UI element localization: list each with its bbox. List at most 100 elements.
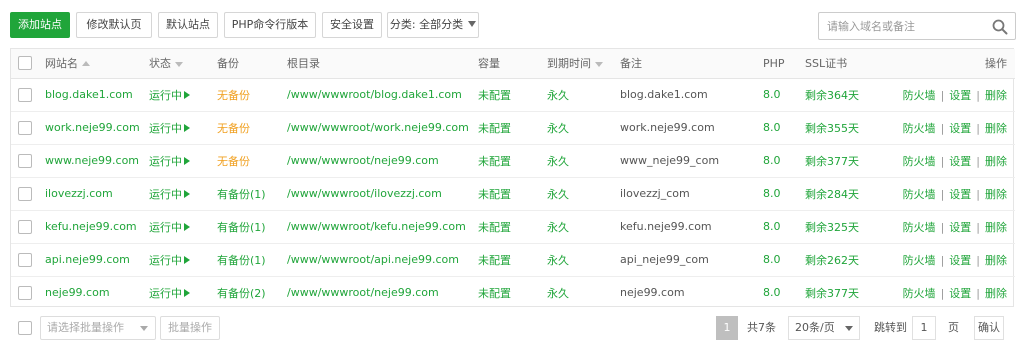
jump-page-input[interactable]: 1 (912, 316, 936, 340)
status-cell[interactable]: 运行中 (149, 243, 217, 277)
delete-link[interactable]: 删除 (985, 89, 1007, 102)
delete-link[interactable]: 删除 (985, 287, 1007, 300)
capacity-link[interactable]: 未配置 (478, 144, 547, 178)
delete-link[interactable]: 删除 (985, 122, 1007, 135)
capacity-link[interactable]: 未配置 (478, 243, 547, 277)
site-name-link[interactable]: kefu.neje99.com (45, 210, 149, 244)
capacity-link[interactable]: 未配置 (478, 210, 547, 244)
settings-link[interactable]: 设置 (949, 122, 971, 135)
ssl-status-link[interactable]: 剩余325天 (805, 210, 895, 244)
expiry-link[interactable]: 永久 (547, 177, 620, 211)
firewall-link[interactable]: 防火墙 (903, 221, 936, 234)
php-version-link[interactable]: 8.0 (763, 276, 805, 309)
status-cell[interactable]: 运行中 (149, 144, 217, 178)
expiry-link[interactable]: 永久 (547, 243, 620, 277)
backup-link[interactable]: 有备份(1) (217, 243, 287, 277)
site-name-link[interactable]: work.neje99.com (45, 111, 149, 145)
row-checkbox[interactable] (18, 219, 32, 234)
per-page-select[interactable]: 20条/页 (788, 316, 860, 340)
ssl-status-link[interactable]: 剩余377天 (805, 144, 895, 178)
remark-text[interactable]: work.neje99.com (620, 111, 763, 145)
jump-confirm-button[interactable]: 确认 (974, 316, 1004, 340)
settings-link[interactable]: 设置 (949, 89, 971, 102)
php-version-link[interactable]: 8.0 (763, 78, 805, 112)
delete-link[interactable]: 删除 (985, 188, 1007, 201)
batch-operation-button[interactable]: 批量操作 (160, 316, 220, 340)
backup-link[interactable]: 有备份(1) (217, 210, 287, 244)
php-version-link[interactable]: 8.0 (763, 177, 805, 211)
status-cell[interactable]: 运行中 (149, 210, 217, 244)
settings-link[interactable]: 设置 (949, 188, 971, 201)
expiry-link[interactable]: 永久 (547, 210, 620, 244)
php-version-link[interactable]: 8.0 (763, 210, 805, 244)
firewall-link[interactable]: 防火墙 (903, 155, 936, 168)
settings-link[interactable]: 设置 (949, 254, 971, 267)
remark-text[interactable]: ilovezzj_com (620, 177, 763, 211)
select-all-checkbox[interactable] (18, 56, 32, 71)
row-checkbox[interactable] (18, 87, 32, 102)
search-icon[interactable] (991, 18, 1009, 36)
site-name-link[interactable]: www.neje99.com (45, 144, 149, 178)
page-number-current[interactable]: 1 (716, 316, 738, 340)
ssl-status-link[interactable]: 剩余377天 (805, 276, 895, 309)
capacity-link[interactable]: 未配置 (478, 177, 547, 211)
php-version-link[interactable]: 8.0 (763, 243, 805, 277)
root-dir-link[interactable]: /www/wwwroot/work.neje99.com (287, 111, 478, 145)
php-cli-version-button[interactable]: PHP命令行版本 (224, 12, 316, 38)
delete-link[interactable]: 删除 (985, 155, 1007, 168)
ssl-status-link[interactable]: 剩余284天 (805, 177, 895, 211)
edit-default-page-button[interactable]: 修改默认页 (76, 12, 152, 38)
search-input[interactable] (827, 17, 987, 35)
settings-link[interactable]: 设置 (949, 221, 971, 234)
firewall-link[interactable]: 防火墙 (903, 122, 936, 135)
remark-text[interactable]: api_neje99_com (620, 243, 763, 277)
remark-text[interactable]: kefu.neje99.com (620, 210, 763, 244)
backup-link[interactable]: 有备份(1) (217, 177, 287, 211)
row-checkbox[interactable] (18, 153, 32, 168)
php-version-link[interactable]: 8.0 (763, 144, 805, 178)
status-cell[interactable]: 运行中 (149, 78, 217, 112)
add-site-button[interactable]: 添加站点 (10, 12, 70, 38)
category-dropdown[interactable]: 分类: 全部分类 (387, 12, 479, 38)
header-select-all[interactable] (11, 49, 45, 79)
php-version-link[interactable]: 8.0 (763, 111, 805, 145)
header-site-name[interactable]: 网站名 (45, 49, 149, 79)
remark-text[interactable]: www_neje99_com (620, 144, 763, 178)
default-site-button[interactable]: 默认站点 (158, 12, 218, 38)
capacity-link[interactable]: 未配置 (478, 111, 547, 145)
row-checkbox[interactable] (18, 285, 32, 300)
root-dir-link[interactable]: /www/wwwroot/neje99.com (287, 144, 478, 178)
root-dir-link[interactable]: /www/wwwroot/kefu.neje99.com (287, 210, 478, 244)
row-checkbox[interactable] (18, 252, 32, 267)
site-name-link[interactable]: api.neje99.com (45, 243, 149, 277)
site-name-link[interactable]: neje99.com (45, 276, 149, 309)
backup-link[interactable]: 无备份 (217, 111, 287, 145)
ssl-status-link[interactable]: 剩余262天 (805, 243, 895, 277)
root-dir-link[interactable]: /www/wwwroot/api.neje99.com (287, 243, 478, 277)
site-name-link[interactable]: ilovezzj.com (45, 177, 149, 211)
bottom-select-all-checkbox[interactable] (18, 321, 32, 335)
firewall-link[interactable]: 防火墙 (903, 254, 936, 267)
settings-link[interactable]: 设置 (949, 287, 971, 300)
capacity-link[interactable]: 未配置 (478, 276, 547, 309)
header-status[interactable]: 状态 (149, 49, 217, 79)
status-cell[interactable]: 运行中 (149, 276, 217, 309)
firewall-link[interactable]: 防火墙 (903, 287, 936, 300)
expiry-link[interactable]: 永久 (547, 276, 620, 309)
batch-operation-select[interactable]: 请选择批量操作 (40, 316, 156, 340)
security-settings-button[interactable]: 安全设置 (322, 12, 382, 38)
ssl-status-link[interactable]: 剩余364天 (805, 78, 895, 112)
site-name-link[interactable]: blog.dake1.com (45, 78, 149, 112)
backup-link[interactable]: 无备份 (217, 144, 287, 178)
settings-link[interactable]: 设置 (949, 155, 971, 168)
expiry-link[interactable]: 永久 (547, 78, 620, 112)
delete-link[interactable]: 删除 (985, 221, 1007, 234)
firewall-link[interactable]: 防火墙 (903, 89, 936, 102)
firewall-link[interactable]: 防火墙 (903, 188, 936, 201)
backup-link[interactable]: 有备份(2) (217, 276, 287, 309)
backup-link[interactable]: 无备份 (217, 78, 287, 112)
status-cell[interactable]: 运行中 (149, 111, 217, 145)
remark-text[interactable]: neje99.com (620, 276, 763, 309)
row-checkbox[interactable] (18, 186, 32, 201)
root-dir-link[interactable]: /www/wwwroot/ilovezzj.com (287, 177, 478, 211)
